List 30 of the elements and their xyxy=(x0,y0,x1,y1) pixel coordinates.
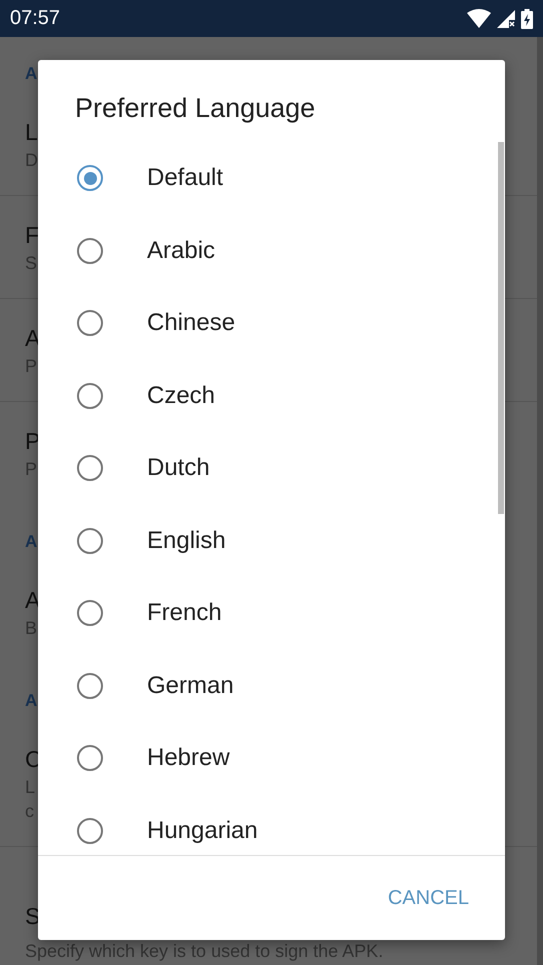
battery-charging-icon xyxy=(521,8,533,28)
option-label[interactable]: French xyxy=(147,599,222,628)
radio-button[interactable] xyxy=(77,238,103,264)
signal-icon xyxy=(497,10,515,28)
radio-button[interactable] xyxy=(77,600,103,626)
option-label[interactable]: Hungarian xyxy=(147,816,258,845)
option-label[interactable]: German xyxy=(147,672,234,700)
option-label[interactable]: Dutch xyxy=(147,454,210,482)
radio-button[interactable] xyxy=(77,528,103,554)
option-label[interactable]: Arabic xyxy=(147,236,216,265)
option-label[interactable]: English xyxy=(147,526,226,555)
radio-button[interactable] xyxy=(77,455,103,482)
category-header: A xyxy=(25,63,38,85)
radio-button[interactable] xyxy=(77,382,103,409)
category-header: A xyxy=(25,690,38,712)
radio-button[interactable] xyxy=(77,672,103,699)
setting-title: F xyxy=(25,221,40,250)
option-label[interactable]: Hebrew xyxy=(147,744,230,772)
wifi-icon xyxy=(467,9,491,28)
radio-button[interactable] xyxy=(77,310,103,336)
dialog-title: Preferred Language xyxy=(74,92,316,125)
option-label[interactable]: Chinese xyxy=(147,309,236,338)
radio-button[interactable] xyxy=(77,745,103,772)
category-header: A xyxy=(25,531,38,553)
radio-button[interactable] xyxy=(77,165,103,192)
option-label[interactable]: Default xyxy=(147,164,224,192)
option-label[interactable]: Czech xyxy=(147,382,216,410)
setting-title: L xyxy=(25,118,38,147)
clock-time: 07:57 xyxy=(10,7,60,30)
radio-button[interactable] xyxy=(77,818,103,844)
